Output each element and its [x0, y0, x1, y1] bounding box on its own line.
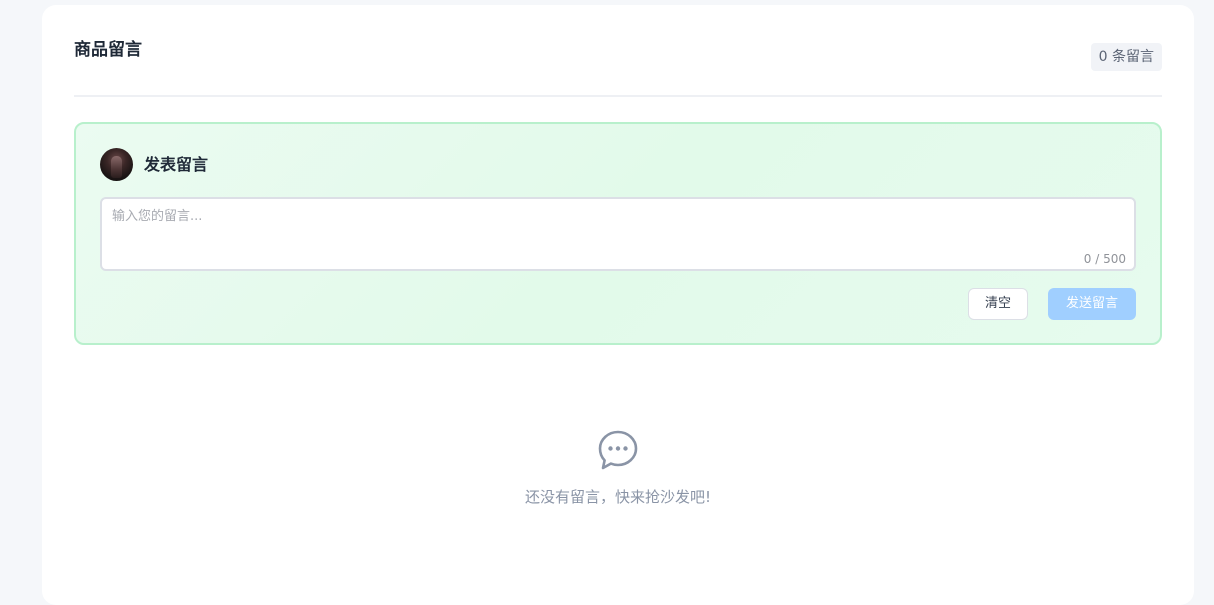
clear-button[interactable]: 清空	[968, 288, 1028, 320]
page-title: 商品留言	[74, 40, 142, 60]
dot-middle	[615, 446, 621, 451]
compose-title: 发表留言	[144, 155, 209, 174]
char-counter: 0 / 500	[1083, 252, 1126, 266]
avatar-figure	[111, 156, 122, 178]
comment-input-wrapper: 0 / 500	[100, 197, 1136, 271]
comment-count-badge: 0 条留言	[1090, 43, 1162, 71]
chat-bubble-icon	[598, 430, 638, 470]
comments-card: 商品留言 0 条留言 发表留言 0 / 500 清空 发送留言 还没有留言，快来…	[42, 5, 1194, 605]
dot-right	[623, 446, 628, 451]
avatar	[100, 148, 133, 181]
comments-header: 商品留言 0 条留言	[74, 5, 1162, 97]
empty-state-message: 还没有留言，快来抢沙发吧!	[524, 488, 711, 506]
compose-panel: 发表留言 0 / 500 清空 发送留言	[74, 122, 1162, 345]
comment-input[interactable]	[102, 199, 1134, 269]
dot-left	[608, 446, 613, 451]
send-comment-button[interactable]: 发送留言	[1048, 288, 1136, 320]
